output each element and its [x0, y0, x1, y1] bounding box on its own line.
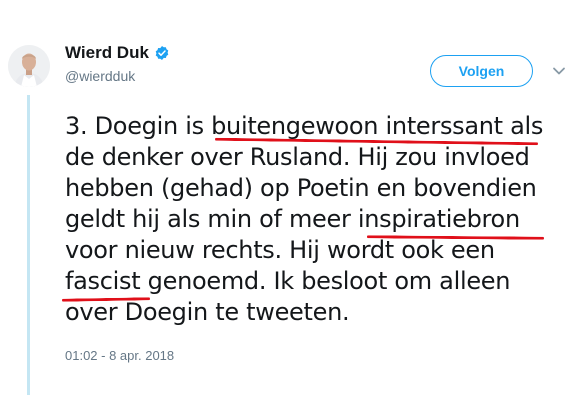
avatar[interactable]	[8, 45, 50, 87]
author-handle[interactable]: @wierdduk	[65, 68, 135, 84]
avatar-photo-icon	[8, 45, 50, 87]
tweet-text-line: fascist genoemd. Ik besloot om alleen	[65, 267, 511, 295]
verified-badge-icon	[155, 46, 169, 60]
tweet-text-line: de denker over Rusland. Hij zou invloed	[65, 143, 530, 171]
tweet-text-line: 3. Doegin is buitengewoon interssant als	[65, 112, 544, 140]
tweet-text-line: hebben (gehad) op Poetin en bovendien	[65, 174, 537, 202]
follow-button[interactable]: Volgen	[430, 55, 533, 87]
author-name-row: Wierd Duk	[65, 43, 170, 63]
thread-line	[27, 95, 30, 395]
chevron-down-icon[interactable]	[552, 64, 566, 78]
tweet-text-line: over Doegin te tweeten.	[65, 298, 350, 326]
tweet-timestamp[interactable]: 01:02 - 8 apr. 2018	[65, 348, 174, 363]
author-display-name[interactable]: Wierd Duk	[65, 43, 149, 63]
tweet-text-line: geldt hij als min of meer inspiratiebron	[65, 205, 520, 233]
tweet-text-line: voor nieuw rechts. Hij wordt ook een	[65, 236, 495, 264]
